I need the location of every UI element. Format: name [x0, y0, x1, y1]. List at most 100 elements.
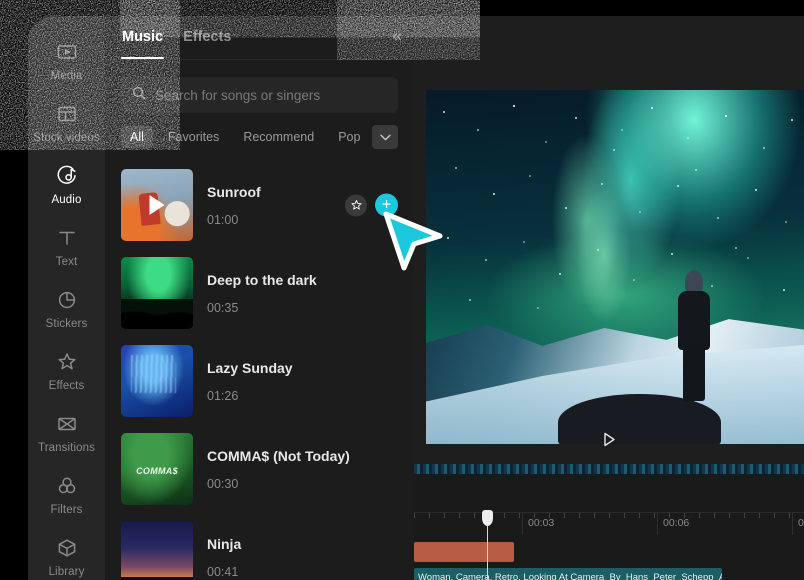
video-clip[interactable] [414, 542, 514, 562]
sidebar-item-transitions[interactable]: Transitions [28, 402, 105, 464]
song-duration: 00:41 [207, 564, 239, 579]
panel-tabs: Music Effects « [105, 16, 414, 60]
ruler-tick [789, 513, 790, 518]
audio-clip[interactable]: Woman, Camera, Retro, Looking At Camera_… [414, 568, 722, 580]
song-title: Sunroof [207, 183, 261, 200]
chip-favorites[interactable]: Favorites [159, 126, 228, 148]
song-row[interactable]: Sunroof 01:00 + [105, 161, 414, 249]
preview-area [414, 16, 804, 456]
ruler-tick [474, 513, 475, 518]
text-icon [56, 227, 78, 249]
ruler-tick [744, 513, 745, 518]
add-to-timeline-button[interactable]: + [375, 193, 398, 217]
album-art[interactable] [121, 257, 193, 329]
song-row[interactable]: COMMA$ (Not Today) 00:30 [105, 425, 414, 513]
media-icon [56, 41, 78, 63]
song-title: Ninja [207, 535, 242, 552]
sidebar-item-stock-videos[interactable]: Stock videos [28, 92, 105, 154]
sidebar-item-label: Filters [50, 504, 83, 516]
song-row[interactable]: Lazy Sunday 01:26 [105, 337, 414, 425]
playhead[interactable] [482, 510, 493, 580]
ruler-tick [579, 513, 580, 518]
stock-videos-icon [56, 103, 78, 125]
search-icon [132, 86, 146, 105]
ruler-tick [699, 513, 700, 518]
library-icon [56, 537, 78, 559]
sidebar-item-label: Effects [48, 380, 85, 392]
song-row[interactable]: Deep to the dark 00:35 [105, 249, 414, 337]
ruler-tick [654, 513, 655, 518]
ruler-tick [444, 513, 445, 518]
chip-all[interactable]: All [121, 126, 153, 148]
ruler-tick [459, 513, 460, 518]
ruler-time-label: 00:03 [528, 517, 555, 529]
song-duration: 00:30 [207, 476, 239, 491]
person-silhouette [669, 267, 719, 401]
ruler-tick [759, 513, 760, 518]
sidebar-item-label: Media [50, 70, 83, 82]
ruler-tick [714, 513, 715, 518]
song-row[interactable]: Ninja 00:41 [105, 513, 414, 580]
ruler-tick [504, 513, 505, 518]
filters-icon [56, 475, 78, 497]
search-placeholder: Search for songs or singers [155, 87, 321, 103]
song-title: COMMA$ (Not Today) [207, 447, 350, 464]
audio-icon [56, 165, 78, 187]
collapse-panel-icon[interactable]: « [393, 27, 402, 44]
play-icon[interactable] [603, 432, 616, 452]
transitions-icon [56, 413, 78, 435]
preview-controls [414, 428, 804, 456]
search-input[interactable]: Search for songs or singers [121, 77, 398, 113]
ruler-tick [774, 513, 775, 518]
ruler-tick [564, 513, 565, 518]
play-icon[interactable] [149, 195, 165, 215]
timeline[interactable]: 00:03 00:06 00:09 Woman, Camera, Retro, Lo… [414, 464, 804, 580]
sidebar-item-label: Stickers [45, 318, 88, 330]
row-actions: + [345, 193, 398, 217]
ruler-tick [729, 513, 730, 518]
sidebar-item-filters[interactable]: Filters [28, 464, 105, 526]
star-icon [350, 199, 362, 210]
video-preview[interactable] [426, 90, 804, 444]
song-duration: 01:00 [207, 212, 239, 227]
sidebar-item-audio[interactable]: Audio [28, 154, 105, 216]
ruler-tick [519, 513, 520, 518]
sidebar-item-text[interactable]: Text [28, 216, 105, 278]
album-art[interactable] [121, 521, 193, 580]
ruler-tick [429, 513, 430, 518]
ruler-tick [414, 513, 415, 518]
screenshot-root: 00:03 00:06 00:09 Woman, Camera, Retro, Lo… [0, 0, 804, 580]
ruler-tick [624, 513, 625, 518]
album-art[interactable] [121, 345, 193, 417]
favorite-button[interactable] [345, 194, 367, 216]
song-title: Deep to the dark [207, 271, 317, 288]
effects-icon [56, 351, 78, 373]
ruler-time-label: 00:06 [663, 517, 690, 529]
ruler-tick [639, 513, 640, 518]
chevron-down-icon[interactable] [372, 125, 398, 149]
song-duration: 00:35 [207, 300, 239, 315]
audio-clip-label: Woman, Camera, Retro, Looking At Camera_… [418, 571, 722, 580]
sidebar-item-label: Transitions [38, 442, 95, 454]
album-art[interactable] [121, 169, 193, 241]
sidebar-item-stickers[interactable]: Stickers [28, 278, 105, 340]
song-title: Lazy Sunday [207, 359, 293, 376]
tab-music[interactable]: Music [120, 29, 165, 59]
ruler-tick [594, 513, 595, 518]
timeline-filmstrip [414, 464, 804, 474]
tab-effects[interactable]: Effects [183, 29, 231, 47]
chip-recommend[interactable]: Recommend [234, 126, 323, 148]
sidebar-item-label: Library [48, 566, 85, 578]
ruler-time-label: 00:09 [798, 517, 804, 529]
music-panel: Music Effects « Search for songs or singer… [105, 16, 414, 580]
album-art[interactable] [121, 433, 193, 505]
stickers-icon [56, 289, 78, 311]
chip-pop[interactable]: Pop [329, 126, 369, 148]
song-list: Sunroof 01:00 + Deep to the dark 00:35 Lazy S… [105, 161, 414, 580]
timeline-ruler[interactable]: 00:03 00:06 00:09 [414, 512, 804, 535]
sidebar-item-media[interactable]: Media [28, 30, 105, 92]
category-chips: AllFavoritesRecommendPopR [121, 125, 398, 149]
ruler-tick [609, 513, 610, 518]
sidebar-item-library[interactable]: Library [28, 526, 105, 580]
sidebar-item-effects[interactable]: Effects [28, 340, 105, 402]
